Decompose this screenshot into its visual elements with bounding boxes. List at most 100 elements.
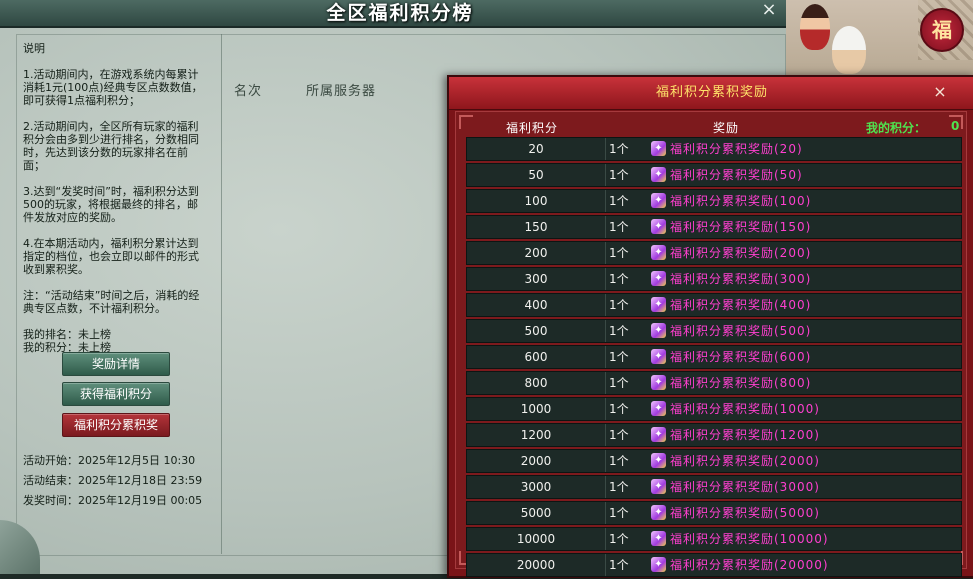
reward-quantity: 1个 [609, 272, 629, 286]
reward-quantity: 1个 [609, 532, 629, 546]
reward-item-name[interactable]: 福利积分累积奖励(300) [670, 268, 811, 290]
reward-item-name[interactable]: 福利积分累积奖励(50) [670, 164, 803, 186]
rule-1: 1.活动期间内，在游戏系统内每累计消耗1元(100点)经典专区点数数值，即可获得… [23, 68, 203, 107]
reward-row: 500 1个 ✦ 福利积分累积奖励(500) [466, 319, 962, 343]
reward-list: 20 1个 ✦ 福利积分累积奖励(20) 50 1个 ✦ 福利积分累积奖励(50) 100 1个 ✦… [466, 137, 962, 579]
points-threshold: 800 [467, 372, 606, 394]
gift-box-icon[interactable]: ✦ [651, 271, 666, 286]
gift-box-icon[interactable]: ✦ [651, 219, 666, 234]
gift-box-icon[interactable]: ✦ [651, 505, 666, 520]
reward-item-name[interactable]: 福利积分累积奖励(800) [670, 372, 811, 394]
award-time: 发奖时间：2025年12月19日 00:05 [23, 494, 203, 507]
gift-box-icon[interactable]: ✦ [651, 401, 666, 416]
reward-item-name[interactable]: 福利积分累积奖励(500) [670, 320, 811, 342]
reward-column-header: 奖励 [713, 121, 740, 135]
reward-item-name[interactable]: 福利积分累积奖励(20000) [670, 554, 829, 576]
reward-row: 200 1个 ✦ 福利积分累积奖励(200) [466, 241, 962, 265]
points-column-header: 福利积分 [506, 121, 559, 135]
points-threshold: 100 [467, 190, 606, 212]
rabbit-character [832, 26, 866, 74]
reward-item-name[interactable]: 福利积分累积奖励(200) [670, 242, 811, 264]
reward-row: 20 1个 ✦ 福利积分累积奖励(20) [466, 137, 962, 161]
reward-details-button[interactable]: 奖励详情 [62, 352, 170, 376]
gift-box-icon[interactable]: ✦ [651, 167, 666, 182]
reward-row: 300 1个 ✦ 福利积分累积奖励(300) [466, 267, 962, 291]
reward-quantity: 1个 [609, 142, 629, 156]
reward-row: 1200 1个 ✦ 福利积分累积奖励(1200) [466, 423, 962, 447]
reward-item-name[interactable]: 福利积分累积奖励(600) [670, 346, 811, 368]
get-points-button[interactable]: 获得福利积分 [62, 382, 170, 406]
note: 注：“活动结束”时间之后，消耗的经典专区点数，不计福利积分。 [23, 289, 200, 315]
points-threshold: 200 [467, 242, 606, 264]
gift-box-icon[interactable]: ✦ [651, 427, 666, 442]
reward-item-name[interactable]: 福利积分累积奖励(3000) [670, 476, 820, 498]
reward-quantity: 1个 [609, 194, 629, 208]
reward-quantity: 1个 [609, 220, 629, 234]
rule-2: 2.活动期间内，全区所有玩家的福利积分会由多到少进行排名，分数相同时，先达到该分… [23, 120, 199, 172]
points-threshold: 2000 [467, 450, 606, 472]
points-threshold: 300 [467, 268, 606, 290]
activity-end: 活动结束：2025年12月18日 23:59 [23, 474, 203, 487]
reward-item-name[interactable]: 福利积分累积奖励(1200) [670, 424, 820, 446]
reward-quantity: 1个 [609, 246, 629, 260]
reward-row: 2000 1个 ✦ 福利积分累积奖励(2000) [466, 449, 962, 473]
reward-item-name[interactable]: 福利积分累积奖励(2000) [670, 450, 820, 472]
reward-item-name[interactable]: 福利积分累积奖励(400) [670, 294, 811, 316]
gift-box-icon[interactable]: ✦ [651, 245, 666, 260]
popup-close-button[interactable]: × [929, 81, 951, 103]
gift-box-icon[interactable]: ✦ [651, 323, 666, 338]
window-title: 全区福利积分榜 [326, 2, 474, 24]
points-threshold: 20000 [467, 554, 606, 576]
my-points-value: 0 [951, 119, 960, 133]
corner-ornament [459, 115, 473, 129]
reward-quantity: 1个 [609, 454, 629, 468]
points-threshold: 600 [467, 346, 606, 368]
points-threshold: 500 [467, 320, 606, 342]
activity-times: 活动开始：2025年12月5日 10:30 活动结束：2025年12月18日 2… [23, 454, 202, 514]
gift-box-icon[interactable]: ✦ [651, 141, 666, 156]
reward-quantity: 1个 [609, 480, 629, 494]
popup-title: 福利积分累积奖励 [655, 85, 768, 100]
reward-item-name[interactable]: 福利积分累积奖励(20) [670, 138, 803, 160]
gift-box-icon[interactable]: ✦ [651, 297, 666, 312]
points-threshold: 1000 [467, 398, 606, 420]
server-column-header: 所属服务器 [306, 84, 377, 99]
fortune-badge: 福 [920, 8, 964, 52]
points-threshold: 50 [467, 164, 606, 186]
reward-item-name[interactable]: 福利积分累积奖励(150) [670, 216, 811, 238]
reward-row: 10000 1个 ✦ 福利积分累积奖励(10000) [466, 527, 962, 551]
close-button[interactable]: × [757, 0, 781, 22]
reward-item-name[interactable]: 福利积分累积奖励(1000) [670, 398, 820, 420]
reward-row: 3000 1个 ✦ 福利积分累积奖励(3000) [466, 475, 962, 499]
points-threshold: 20 [467, 138, 606, 160]
gift-box-icon[interactable]: ✦ [651, 479, 666, 494]
reward-item-name[interactable]: 福利积分累积奖励(5000) [670, 502, 820, 524]
column-divider [221, 34, 222, 554]
gift-box-icon[interactable]: ✦ [651, 193, 666, 208]
reward-item-name[interactable]: 福利积分累积奖励(10000) [670, 528, 829, 550]
points-threshold: 400 [467, 294, 606, 316]
reward-row: 100 1个 ✦ 福利积分累积奖励(100) [466, 189, 962, 213]
points-threshold: 1200 [467, 424, 606, 446]
reward-quantity: 1个 [609, 324, 629, 338]
cumulative-reward-button[interactable]: 福利积分累积奖 [62, 413, 170, 437]
reward-item-name[interactable]: 福利积分累积奖励(100) [670, 190, 811, 212]
reward-quantity: 1个 [609, 506, 629, 520]
points-threshold: 150 [467, 216, 606, 238]
gift-box-icon[interactable]: ✦ [651, 453, 666, 468]
gift-box-icon[interactable]: ✦ [651, 531, 666, 546]
gift-box-icon[interactable]: ✦ [651, 557, 666, 572]
gift-box-icon[interactable]: ✦ [651, 349, 666, 364]
reward-row: 5000 1个 ✦ 福利积分累积奖励(5000) [466, 501, 962, 525]
reward-row: 50 1个 ✦ 福利积分累积奖励(50) [466, 163, 962, 187]
reward-row: 1000 1个 ✦ 福利积分累积奖励(1000) [466, 397, 962, 421]
gift-box-icon[interactable]: ✦ [651, 375, 666, 390]
points-threshold: 3000 [467, 476, 606, 498]
reward-quantity: 1个 [609, 168, 629, 182]
activity-start: 活动开始：2025年12月5日 10:30 [23, 454, 196, 467]
boy-character [800, 4, 830, 50]
reward-row: 400 1个 ✦ 福利积分累积奖励(400) [466, 293, 962, 317]
rule-4: 4.在本期活动内，福利积分累计达到指定的档位，也会立即以邮件的形式收到累积奖。 [23, 237, 199, 276]
reward-row: 20000 1个 ✦ 福利积分累积奖励(20000) [466, 553, 962, 577]
reward-quantity: 1个 [609, 428, 629, 442]
